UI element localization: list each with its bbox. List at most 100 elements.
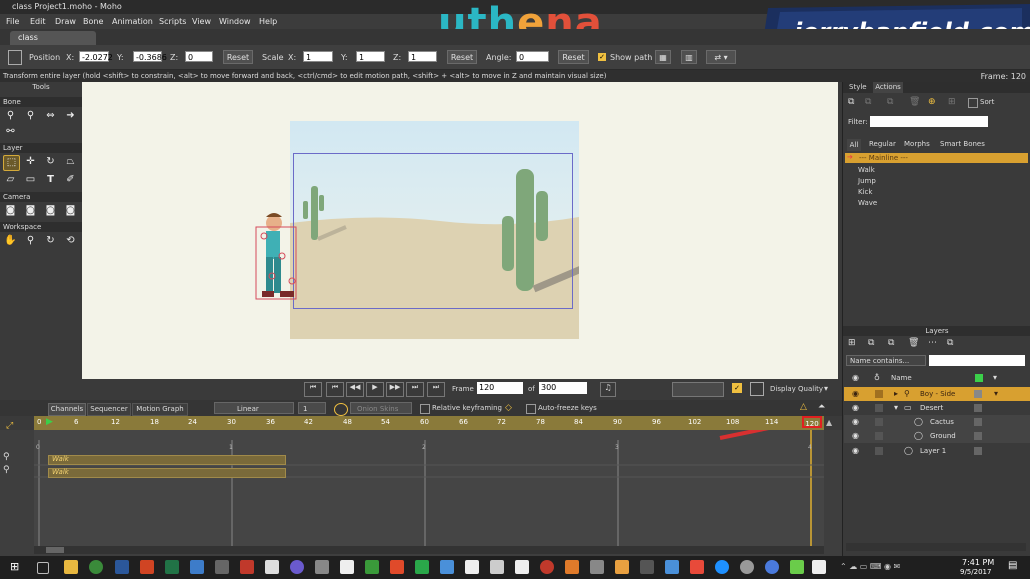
flip-icon[interactable]: ▥: [681, 50, 697, 64]
insert-action-icon[interactable]: ⊕: [928, 97, 936, 107]
roll-camera-icon[interactable]: ◙: [43, 204, 58, 218]
sort-checkbox[interactable]: [968, 98, 978, 108]
document-tab[interactable]: class Project1.moho ✎: [10, 31, 96, 56]
rotate-workspace-icon[interactable]: ↻: [43, 234, 58, 248]
layer-row-ground[interactable]: ◉ ◯ Ground: [844, 429, 1030, 443]
last-frame-icon[interactable]: ⏭: [406, 382, 424, 397]
name-contains-select[interactable]: Name contains...: [846, 355, 926, 366]
layer-align-icon[interactable]: ▦: [655, 50, 671, 64]
app-icon[interactable]: [315, 560, 329, 574]
character-boy[interactable]: [252, 211, 308, 303]
quality-checkbox[interactable]: ✓: [732, 383, 742, 393]
layer-settings-icon[interactable]: ⧉: [947, 338, 953, 348]
action-settings-icon[interactable]: ⊞: [948, 97, 956, 107]
notification-icon[interactable]: ▤: [1008, 560, 1022, 574]
morphs-tab[interactable]: Morphs: [904, 140, 930, 148]
warning-icon[interactable]: △: [800, 402, 807, 412]
all-tab[interactable]: All: [847, 139, 861, 151]
layer-row-desert[interactable]: ◉ ▾ ▭ Desert: [844, 401, 1030, 415]
scale-z-field[interactable]: 1: [408, 51, 437, 62]
track-camera-icon[interactable]: ◙: [3, 204, 18, 218]
duplicate-action-icon[interactable]: ⧉: [865, 97, 871, 107]
menu-view[interactable]: View: [192, 17, 211, 26]
eye-icon[interactable]: ◉: [852, 401, 859, 415]
new-action-icon[interactable]: ⧉: [848, 97, 854, 107]
scale-y-field[interactable]: 1: [356, 51, 385, 62]
file-explorer-icon[interactable]: [64, 560, 78, 574]
play-icon[interactable]: ▶: [366, 382, 384, 397]
eye-icon[interactable]: ◉: [852, 415, 859, 429]
action-row-mainline[interactable]: ➔ --- Mainline ---: [845, 153, 1028, 163]
google-icon[interactable]: [690, 560, 704, 574]
menu-window[interactable]: Window: [219, 17, 251, 26]
onion-icon[interactable]: [334, 403, 348, 416]
windows-start-icon[interactable]: ⊞: [10, 560, 24, 574]
layers-scrollbar[interactable]: [846, 543, 1026, 551]
view-layout-icons[interactable]: [672, 382, 724, 397]
select-bone-icon[interactable]: ⚲: [3, 109, 18, 123]
tray-icons[interactable]: ⌃ ☁ ▭ ⌨ ◉ ✉: [840, 562, 900, 571]
app-icon[interactable]: [812, 560, 826, 574]
scale-bone-icon[interactable]: ⇔: [43, 109, 58, 123]
action-wave[interactable]: Wave: [858, 199, 877, 207]
reset-angle-button[interactable]: Reset: [558, 50, 589, 64]
app-icon[interactable]: [640, 560, 654, 574]
app-icon[interactable]: [290, 560, 304, 574]
chrome-icon[interactable]: [89, 560, 103, 574]
lock-icon[interactable]: [875, 432, 883, 440]
lock-icon[interactable]: [875, 447, 883, 455]
mountain-icon[interactable]: ⏶: [818, 402, 825, 412]
rewind-icon[interactable]: ⏮: [304, 382, 322, 397]
skew-icon[interactable]: ▭: [23, 173, 38, 187]
action-track-walk-1[interactable]: Walk: [48, 455, 286, 465]
translate-bone-icon[interactable]: ⚲: [23, 109, 38, 123]
duplicate-layer-icon[interactable]: ⧉: [868, 338, 874, 348]
forward-icon[interactable]: ⏭: [427, 382, 445, 397]
lock-icon[interactable]: [875, 404, 883, 412]
auto-freeze-checkbox[interactable]: [526, 404, 536, 414]
hp-icon[interactable]: [740, 560, 754, 574]
app-icon[interactable]: [540, 560, 554, 574]
menu-bone[interactable]: Bone: [83, 17, 103, 26]
layer-row-boy-side[interactable]: ◉ ▸ ⚲ Boy - Side ▾: [844, 387, 1030, 401]
app-icon[interactable]: [390, 560, 404, 574]
shear-icon[interactable]: ⏢: [63, 155, 78, 169]
eyedropper-icon[interactable]: ✐: [63, 173, 78, 187]
excel-icon[interactable]: [165, 560, 179, 574]
calculator-icon[interactable]: [265, 560, 279, 574]
layer-color-swatch[interactable]: [974, 432, 982, 440]
app-icon[interactable]: [765, 560, 779, 574]
interpolation-select[interactable]: Linear: [214, 402, 294, 414]
perspective-icon[interactable]: ▱: [3, 173, 18, 187]
motion-graph-tab[interactable]: Motion Graph: [132, 403, 188, 416]
app-icon[interactable]: [215, 560, 229, 574]
layer-color-swatch[interactable]: [974, 447, 982, 455]
timeline-scrollbar[interactable]: [34, 546, 824, 554]
collapse-arrow-icon[interactable]: ▾: [894, 401, 898, 415]
timeline-area[interactable]: 0 1 2 3 4 ⚲ ⚲ Walk Walk: [0, 430, 842, 556]
layer-color-swatch[interactable]: [974, 404, 982, 412]
app-icon[interactable]: [490, 560, 504, 574]
interp-count-select[interactable]: 1: [298, 402, 326, 414]
hand-icon[interactable]: ✋: [3, 234, 18, 248]
transform-options-icon[interactable]: ⇄ ▾: [706, 50, 736, 64]
scale-x-field[interactable]: 1: [303, 51, 333, 62]
scroll-up-icon[interactable]: ▲: [826, 418, 832, 427]
menu-edit[interactable]: Edit: [30, 17, 46, 26]
app-icon[interactable]: [190, 560, 204, 574]
show-path-checkbox[interactable]: ✓: [598, 53, 606, 61]
moho-icon[interactable]: [565, 560, 579, 574]
chevron-down-icon[interactable]: ▾: [994, 387, 998, 401]
trash-icon[interactable]: 🗑: [909, 97, 920, 107]
action-track-walk-2[interactable]: Walk: [48, 468, 286, 478]
edge-icon[interactable]: [715, 560, 729, 574]
app-icon[interactable]: [340, 560, 354, 574]
layer-menu-icon[interactable]: ⋯: [928, 338, 937, 348]
app-icon[interactable]: [590, 560, 604, 574]
eye-icon[interactable]: ◉: [852, 387, 859, 401]
move-icon[interactable]: ✛: [23, 155, 38, 169]
first-frame-icon[interactable]: ⏮: [326, 382, 344, 397]
text-icon[interactable]: T: [43, 173, 58, 187]
app-icon[interactable]: [515, 560, 529, 574]
reset-scale-button[interactable]: Reset: [447, 50, 477, 64]
